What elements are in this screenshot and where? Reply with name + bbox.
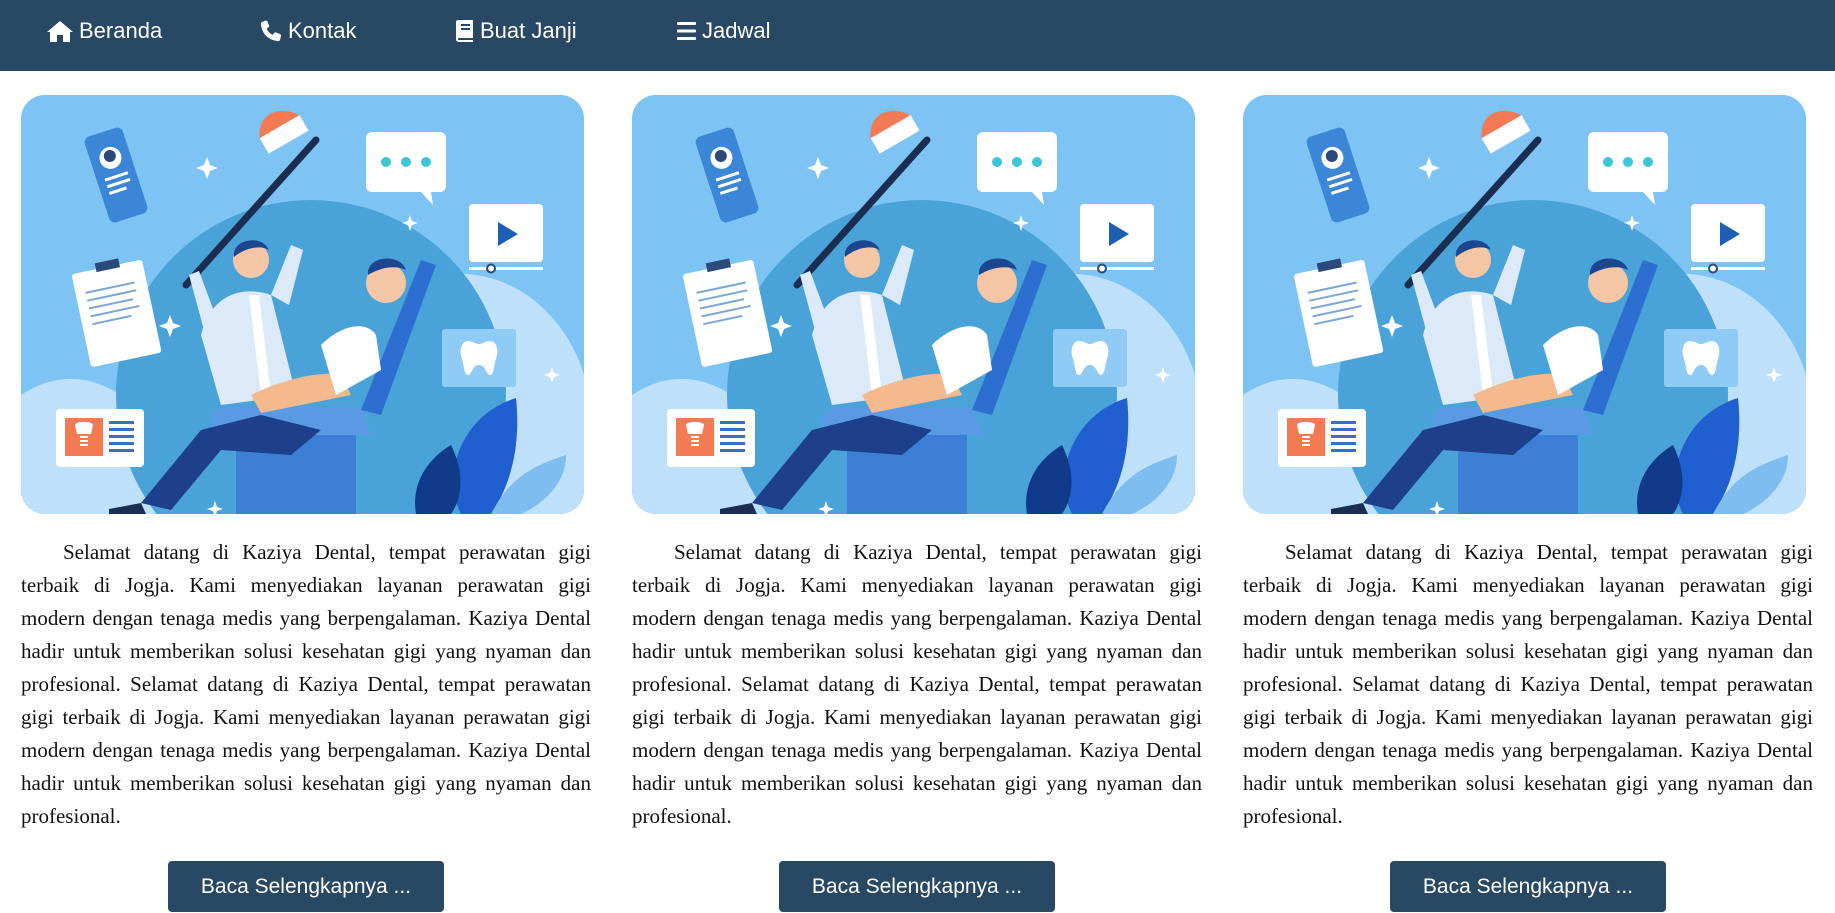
nav-label: Jadwal (702, 18, 771, 43)
nav-item-beranda[interactable]: Beranda (46, 0, 162, 62)
read-more-button[interactable]: Baca Selengkapnya ... (168, 861, 444, 912)
nav-label: Kontak (288, 18, 357, 43)
book-icon (455, 19, 475, 43)
nav-item-buat-janji[interactable]: Buat Janji (455, 0, 577, 62)
info-card: Selamat datang di Kaziya Dental, tempat … (1243, 95, 1813, 912)
nav-label: Beranda (79, 18, 163, 43)
card-paragraph: Selamat datang di Kaziya Dental, tempat … (1243, 540, 1813, 828)
info-card: Selamat datang di Kaziya Dental, tempat … (21, 95, 591, 912)
dental-illustration (1243, 95, 1806, 514)
menu-icon (676, 19, 697, 43)
info-card: Selamat datang di Kaziya Dental, tempat … (632, 95, 1202, 912)
card-paragraph: Selamat datang di Kaziya Dental, tempat … (21, 540, 591, 828)
dental-illustration (632, 95, 1195, 514)
dental-illustration (21, 95, 584, 514)
navbar: Beranda Kontak Buat Janji Jadwal (0, 0, 1835, 71)
phone-icon (259, 19, 283, 43)
nav-label: Buat Janji (480, 18, 577, 43)
home-icon (46, 19, 74, 43)
nav-item-kontak[interactable]: Kontak (259, 0, 357, 62)
nav-item-jadwal[interactable]: Jadwal (676, 0, 770, 62)
read-more-button[interactable]: Baca Selengkapnya ... (1390, 861, 1666, 912)
card-paragraph: Selamat datang di Kaziya Dental, tempat … (632, 540, 1202, 828)
read-more-button[interactable]: Baca Selengkapnya ... (779, 861, 1055, 912)
